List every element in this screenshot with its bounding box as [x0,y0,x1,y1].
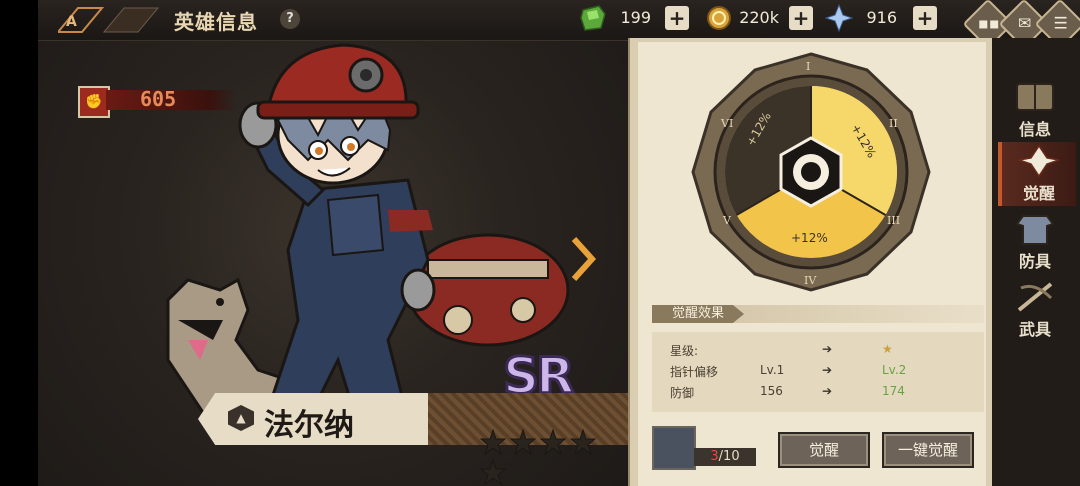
crystal-icon [825,4,853,32]
back-logo-icon[interactable]: A [58,6,168,34]
one-click-awaken-button[interactable]: 一键觉醒 [882,432,974,468]
resource-value: 916 [866,8,897,27]
table-row: 防御 156 ➔ 174 [652,384,984,404]
row-next: 174 [882,384,905,398]
sidebar-item-label: 觉醒 [1022,184,1055,203]
roman-numeral: III [887,214,900,227]
material-have: 3 [710,449,719,464]
book-icon [1016,83,1054,111]
resource-value: 220k [739,8,779,27]
right-sidebar: 信息 觉醒 防具 武具 [992,38,1080,486]
star-icon [570,429,596,455]
row-current: 156 [760,384,783,398]
svg-text:A: A [66,14,77,30]
arrow-right-icon: ➔ [822,342,833,356]
sidebar-item-armor[interactable]: 防具 [998,210,1072,274]
row-label: 防御 [670,386,695,400]
table-row: 指针偏移 Lv.1 ➔ Lv.2 [652,363,984,383]
awaken-effect-title: 觉醒效果 [652,305,745,323]
row-label: 星级: [670,344,699,358]
awaken-effect-table: 星级: ➔ ★ 指针偏移 Lv.1 ➔ Lv.2 防御 156 ➔ 174 [652,332,984,412]
resource-value: 199 [620,8,651,27]
awaken-panel-inner: +12% +12% +12% I II III IV V VI 觉醒效果 星级:… [638,42,986,486]
material-need: /10 [718,449,740,464]
roman-numeral: I [806,60,810,73]
add-gold-button[interactable]: + [789,6,813,30]
sidebar-item-label: 防具 [1018,252,1051,271]
awaken-effect-header: 觉醒效果 [652,305,984,323]
row-label: 指针偏移 [670,365,719,379]
star-icon [480,459,506,485]
green-gem-icon [580,5,606,31]
hero-shard-avatar[interactable] [652,426,696,470]
game-screen: A 英雄信息 ? 199 + 220k + 916 + ▪▪ ✉ ☰ ✊ 605… [38,0,1080,486]
medallion-bottom-label: +12% [791,231,828,245]
row-next: ★ [882,342,893,356]
roman-numeral: IV [804,274,817,287]
sidebar-item-awaken[interactable]: 觉醒 [998,142,1076,206]
add-crystal-button[interactable]: + [913,6,937,30]
star-rating [480,429,628,486]
roman-numeral: VI [720,117,733,130]
hero-name: 法尔纳 [264,408,354,443]
arrow-right-icon: ➔ [822,384,833,398]
roman-numeral: II [889,117,898,130]
row-next: Lv.2 [882,363,907,377]
awaken-button[interactable]: 觉醒 [778,432,870,468]
awaken-panel: +12% +12% +12% I II III IV V VI 觉醒效果 星级:… [628,38,994,486]
page-title: 英雄信息 [174,10,258,34]
sidebar-item-weapon[interactable]: 武具 [998,278,1072,342]
table-row: 星级: ➔ ★ [652,342,984,362]
help-icon[interactable]: ? [280,9,300,29]
resource-crystal: 916 + [825,4,975,32]
arrow-right-icon: ➔ [822,363,833,377]
awaken-actions: 3/10 觉醒 一键觉醒 [652,426,984,478]
next-hero-arrow-icon[interactable] [568,235,598,283]
hero-nameplate: ▲ 法尔纳 [198,393,628,485]
armor-icon [1015,215,1055,245]
sidebar-item-info[interactable]: 信息 [998,78,1072,142]
awaken-emblem-icon [1018,144,1060,178]
row-current: Lv.1 [760,363,785,377]
material-count: 3/10 [694,448,756,466]
add-green-gem-button[interactable]: + [665,6,689,30]
sidebar-item-label: 信息 [1018,120,1051,139]
helmet-illustration [256,43,420,120]
sidebar-item-label: 武具 [1018,320,1051,339]
star-icon [480,429,506,455]
star-icon [540,429,566,455]
crossbow-icon [1017,282,1053,312]
roman-numeral: V [722,214,732,227]
awaken-medallion: +12% +12% +12% I II III IV V VI [691,52,931,292]
star-icon [510,429,536,455]
gold-coin-icon [707,6,731,30]
top-bar: A 英雄信息 ? 199 + 220k + 916 + ▪▪ ✉ ☰ [38,0,1080,50]
